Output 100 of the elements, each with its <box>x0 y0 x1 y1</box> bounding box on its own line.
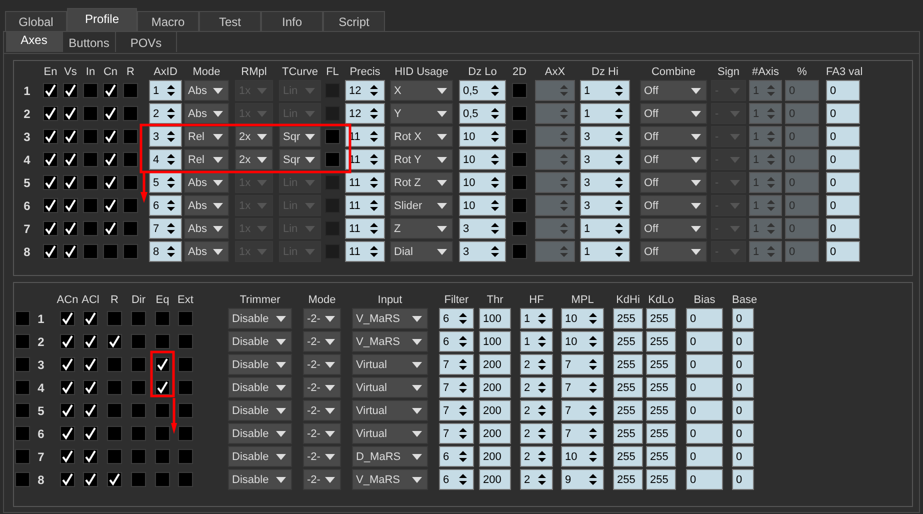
caret-icon[interactable] <box>437 248 447 254</box>
spin-box[interactable]: 7 <box>561 354 604 375</box>
checkbox[interactable] <box>131 311 146 326</box>
spinner-arrows-icon[interactable] <box>370 222 378 235</box>
checkbox[interactable] <box>178 426 193 441</box>
checkbox[interactable] <box>512 152 527 167</box>
checkbox[interactable] <box>63 83 78 98</box>
spinner-arrows-icon[interactable] <box>589 312 597 325</box>
caret-icon[interactable] <box>213 248 223 254</box>
checkbox[interactable] <box>60 449 75 464</box>
spinner-arrows-icon[interactable] <box>370 130 378 143</box>
text-field[interactable]: 0 <box>826 172 860 193</box>
spin-box[interactable]: 5 <box>149 172 182 193</box>
dropdown[interactable]: D_MaRS <box>352 446 428 467</box>
checkbox[interactable] <box>131 357 146 372</box>
checkbox[interactable] <box>83 357 98 372</box>
caret-icon[interactable] <box>213 156 223 162</box>
checkbox[interactable] <box>83 175 98 190</box>
spinner-arrows-icon[interactable] <box>167 245 175 258</box>
checkbox[interactable] <box>15 472 30 487</box>
spinner-arrows-icon[interactable] <box>459 450 467 463</box>
spin-box[interactable]: 3 <box>459 218 506 239</box>
checkbox[interactable] <box>325 152 340 167</box>
spinner-arrows-icon[interactable] <box>538 312 546 325</box>
spin-box[interactable]: 2 <box>520 446 553 467</box>
caret-icon[interactable] <box>437 110 447 116</box>
checkbox[interactable] <box>60 403 75 418</box>
checkbox[interactable] <box>155 311 170 326</box>
spinner-arrows-icon[interactable] <box>459 358 467 371</box>
checkbox[interactable] <box>15 334 30 349</box>
spin-box[interactable]: 10 <box>561 446 604 467</box>
checkbox[interactable] <box>107 357 122 372</box>
spin-box[interactable]: 11 <box>345 241 385 262</box>
spinner-arrows-icon[interactable] <box>459 335 467 348</box>
spin-box[interactable]: 6 <box>439 308 474 329</box>
caret-icon[interactable] <box>691 226 701 232</box>
text-field[interactable]: 0 <box>732 423 754 444</box>
checkbox[interactable] <box>131 334 146 349</box>
text-field[interactable]: 0 <box>732 354 754 375</box>
spinner-arrows-icon[interactable] <box>589 358 597 371</box>
checkbox[interactable] <box>60 311 75 326</box>
checkbox[interactable] <box>178 472 193 487</box>
checkbox[interactable] <box>131 449 146 464</box>
checkbox[interactable] <box>107 426 122 441</box>
checkbox[interactable] <box>43 152 58 167</box>
text-field[interactable]: 255 <box>613 354 643 375</box>
dropdown[interactable]: Z <box>390 218 453 239</box>
checkbox[interactable] <box>43 244 58 259</box>
spin-box[interactable]: 12 <box>345 80 385 101</box>
spinner-arrows-icon[interactable] <box>459 381 467 394</box>
spinner-arrows-icon[interactable] <box>370 84 378 97</box>
dropdown[interactable]: Rot Z <box>390 172 453 193</box>
tab[interactable]: Info <box>261 11 323 31</box>
checkbox[interactable] <box>83 311 98 326</box>
text-field[interactable]: 200 <box>479 377 511 398</box>
spinner-arrows-icon[interactable] <box>491 176 499 189</box>
checkbox[interactable] <box>43 221 58 236</box>
spin-box[interactable]: 10 <box>561 308 604 329</box>
spinner-arrows-icon[interactable] <box>589 473 597 486</box>
checkbox[interactable] <box>103 152 118 167</box>
checkbox[interactable] <box>15 311 30 326</box>
spin-box[interactable]: 12 <box>345 103 385 124</box>
caret-icon[interactable] <box>437 134 447 140</box>
dropdown[interactable]: Virtual <box>352 423 428 444</box>
checkbox[interactable] <box>63 221 78 236</box>
spinner-arrows-icon[interactable] <box>370 245 378 258</box>
caret-icon[interactable] <box>412 316 422 322</box>
caret-icon[interactable] <box>276 430 286 436</box>
dropdown[interactable]: Off <box>640 80 707 101</box>
text-field[interactable]: 255 <box>646 331 676 352</box>
spin-box[interactable]: 1 <box>580 241 630 262</box>
spinner-arrows-icon[interactable] <box>491 153 499 166</box>
checkbox[interactable] <box>103 106 118 121</box>
dropdown[interactable]: Disable <box>228 331 292 352</box>
text-field[interactable]: 255 <box>646 308 676 329</box>
caret-icon[interactable] <box>691 156 701 162</box>
checkbox[interactable] <box>107 380 122 395</box>
spin-box[interactable]: 7 <box>439 423 474 444</box>
sub-tab[interactable]: POVs <box>116 32 177 52</box>
spin-box[interactable]: 10 <box>459 195 506 216</box>
dropdown[interactable]: -2- <box>303 377 341 398</box>
spinner-arrows-icon[interactable] <box>370 153 378 166</box>
checkbox[interactable] <box>107 403 122 418</box>
spinner-arrows-icon[interactable] <box>538 450 546 463</box>
checkbox[interactable] <box>155 426 170 441</box>
spinner-arrows-icon[interactable] <box>538 427 546 440</box>
text-field[interactable]: 255 <box>646 354 676 375</box>
spinner-arrows-icon[interactable] <box>491 107 499 120</box>
checkbox[interactable] <box>512 244 527 259</box>
dropdown[interactable]: Disable <box>228 400 292 421</box>
text-field[interactable]: 0 <box>732 377 754 398</box>
checkbox[interactable] <box>63 244 78 259</box>
text-field[interactable]: 255 <box>613 308 643 329</box>
text-field[interactable]: 0 <box>686 423 723 444</box>
spin-box[interactable]: 0,5 <box>459 80 506 101</box>
text-field[interactable]: 200 <box>479 400 511 421</box>
dropdown[interactable]: 2x <box>235 149 273 170</box>
dropdown[interactable]: Rot X <box>390 126 453 147</box>
caret-icon[interactable] <box>325 362 335 368</box>
dropdown[interactable]: Virtual <box>352 377 428 398</box>
